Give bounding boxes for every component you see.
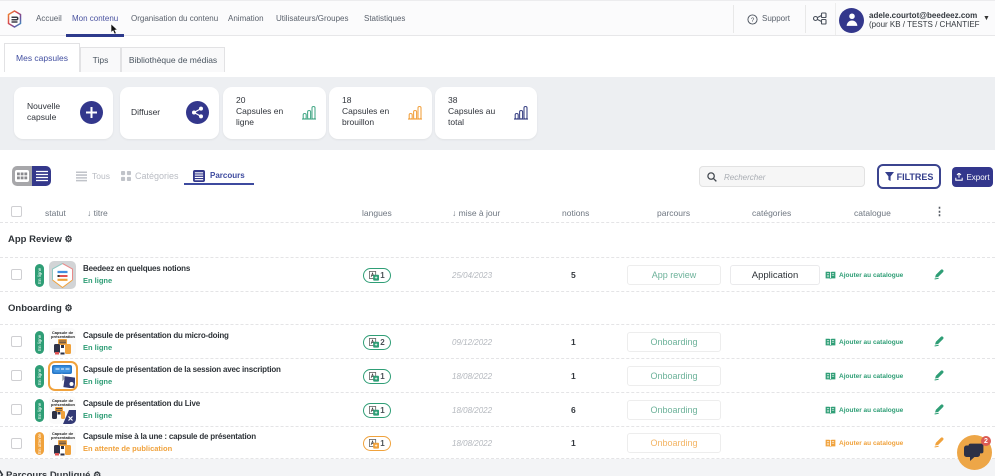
- svg-text:?: ?: [751, 17, 755, 24]
